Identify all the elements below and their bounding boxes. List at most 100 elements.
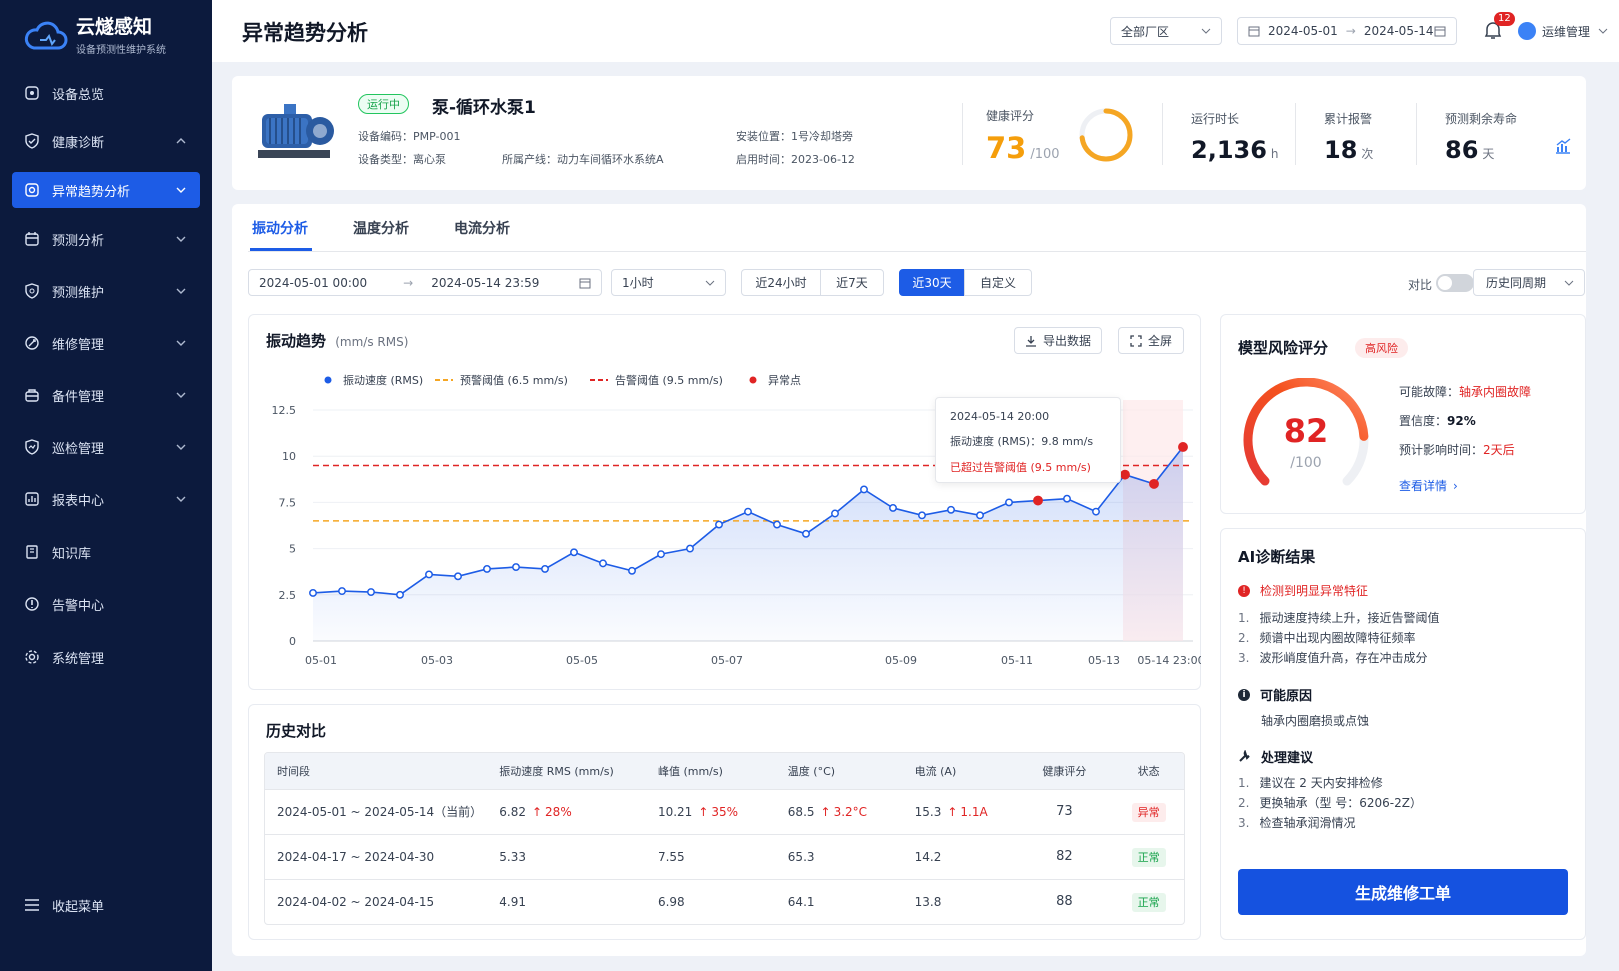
- sidebar-item-2[interactable]: 异常趋势分析: [12, 172, 200, 208]
- data-point[interactable]: [686, 544, 694, 553]
- data-point[interactable]: [425, 570, 433, 579]
- compare-period-value: 历史同周期: [1486, 276, 1547, 290]
- data-point[interactable]: [773, 520, 781, 529]
- history-column-header: 振动速度 RMS (mm/s): [487, 753, 646, 789]
- fullscreen-button[interactable]: 全屏: [1118, 327, 1184, 354]
- report-icon: [24, 491, 40, 507]
- data-point[interactable]: [889, 503, 897, 512]
- anomaly-point[interactable]: [1149, 478, 1159, 489]
- data-point[interactable]: [512, 563, 520, 572]
- device-start-label: 启用时间：: [736, 153, 791, 166]
- legend-marker: [749, 376, 757, 384]
- date-range-picker[interactable]: 2024-05-01 → 2024-05-14: [1237, 17, 1457, 45]
- list-number: 1.: [1238, 611, 1250, 625]
- data-point[interactable]: [599, 559, 607, 568]
- sidebar-item-1[interactable]: 健康诊断: [12, 123, 200, 159]
- x-tick-label: 05-13: [1088, 654, 1120, 667]
- risk-score-value: 82: [1283, 412, 1329, 450]
- calendar-icon: [579, 278, 591, 288]
- sidebar-item-3[interactable]: 预测分析: [12, 221, 200, 257]
- date-start: 2024-05-01: [1268, 24, 1338, 38]
- brand-name: 云燧感知: [76, 16, 153, 38]
- sidebar-item-9[interactable]: 知识库: [12, 534, 200, 570]
- plant-select[interactable]: 全部厂区: [1110, 17, 1222, 45]
- data-point[interactable]: [1005, 498, 1013, 507]
- data-point[interactable]: [947, 505, 955, 514]
- brand[interactable]: 云燧感知 设备预测性维护系统: [22, 16, 166, 56]
- history-row: 2024-04-02 ~ 2024-04-15 4.91 6.98 64.1 13.8 8…: [265, 878, 1184, 924]
- data-point[interactable]: [657, 550, 665, 559]
- history-column-header: 峰值 (mm/s): [645, 753, 776, 789]
- x-tick-label: 05-11: [1001, 654, 1033, 667]
- data-point[interactable]: [831, 509, 839, 518]
- sidebar-item-6[interactable]: 备件管理: [12, 377, 200, 413]
- quick-7d-button[interactable]: 近7天: [820, 269, 884, 296]
- sidebar-item-7[interactable]: 巡检管理: [12, 429, 200, 465]
- sidebar-item-5[interactable]: 维修管理: [12, 325, 200, 361]
- notification-button[interactable]: 12: [1484, 12, 1515, 42]
- data-point[interactable]: [1092, 507, 1100, 516]
- quick-30d-button[interactable]: 近30天: [899, 269, 965, 296]
- device-location: 安装位置：1号冷却塔旁: [736, 128, 853, 144]
- data-point[interactable]: [1063, 494, 1071, 503]
- user-menu[interactable]: 运维管理: [1518, 22, 1608, 40]
- tab-current[interactable]: 电流分析: [454, 218, 510, 238]
- history-value: 10.21: [657, 804, 693, 819]
- device-code-value: PMP-001: [413, 130, 461, 143]
- data-point[interactable]: [976, 511, 984, 520]
- data-point[interactable]: [715, 520, 723, 529]
- list-number: 2.: [1238, 631, 1250, 645]
- ai-cause-title: i 可能原因: [1238, 685, 1312, 704]
- history-cell: 14.2: [902, 833, 1016, 879]
- interval-value: 1小时: [622, 276, 654, 290]
- device-location-value: 1号冷却塔旁: [791, 130, 853, 143]
- anomaly-point[interactable]: [1178, 442, 1188, 452]
- export-data-button[interactable]: 导出数据: [1014, 327, 1102, 354]
- sidebar-item-10[interactable]: 告警中心: [12, 586, 200, 622]
- device-line-label: 所属产线：: [502, 153, 557, 166]
- sidebar-item-0[interactable]: 设备总览: [12, 75, 200, 111]
- generate-work-order-button[interactable]: 生成维修工单: [1238, 869, 1568, 915]
- history-row: 2024-04-17 ~ 2024-04-30 5.33 7.55 65.3 14.2 8…: [265, 833, 1184, 879]
- data-point[interactable]: [628, 566, 636, 575]
- compare-toggle[interactable]: [1436, 274, 1474, 292]
- notification-count-badge: 12: [1494, 12, 1515, 26]
- data-point[interactable]: [541, 564, 549, 573]
- rul-label: 预测剩余寿命: [1445, 112, 1518, 126]
- device-location-label: 安装位置：: [736, 130, 791, 143]
- view-details-link[interactable]: 查看详情 ›: [1399, 477, 1458, 494]
- interval-select[interactable]: 1小时: [611, 269, 726, 296]
- sidebar-item-4[interactable]: 预测维护: [12, 273, 200, 309]
- compare-period-select[interactable]: 历史同周期: [1473, 269, 1585, 296]
- x-tick-label: 05-01: [305, 654, 337, 667]
- risk-fault-label: 可能故障：: [1399, 385, 1460, 399]
- risk-score-max: /100: [1290, 455, 1322, 471]
- sidebar-item-8[interactable]: 报表中心: [12, 481, 200, 517]
- runtime-unit: h: [1270, 147, 1279, 161]
- history-status-cell: 异常: [1113, 788, 1184, 834]
- data-point[interactable]: [483, 564, 491, 573]
- data-point[interactable]: [918, 511, 926, 520]
- chart-trend-icon[interactable]: [1554, 137, 1572, 155]
- data-point[interactable]: [454, 572, 462, 581]
- data-point[interactable]: [570, 548, 578, 557]
- anomaly-point[interactable]: [1120, 469, 1130, 480]
- alert-icon: [24, 596, 40, 612]
- quick-24h-button[interactable]: 近24小时: [741, 269, 821, 296]
- data-point[interactable]: [396, 590, 404, 599]
- history-value: 4.91: [499, 894, 526, 909]
- data-point[interactable]: [802, 529, 810, 538]
- anomaly-point[interactable]: [1033, 495, 1043, 506]
- data-point[interactable]: [338, 587, 346, 596]
- data-point[interactable]: [367, 588, 375, 596]
- tab-temperature[interactable]: 温度分析: [353, 218, 409, 238]
- time-range-picker[interactable]: 2024-05-01 00:00 → 2024-05-14 23:59: [248, 269, 602, 296]
- data-point[interactable]: [860, 485, 868, 494]
- sidebar-item-label: 备件管理: [52, 389, 105, 405]
- tab-vibration[interactable]: 振动分析: [252, 218, 308, 238]
- data-point[interactable]: [309, 589, 317, 597]
- collapse-menu-button[interactable]: 收起菜单: [12, 887, 200, 923]
- custom-range-button[interactable]: 自定义: [964, 269, 1032, 296]
- data-point[interactable]: [744, 507, 752, 516]
- sidebar-item-11[interactable]: 系统管理: [12, 639, 200, 675]
